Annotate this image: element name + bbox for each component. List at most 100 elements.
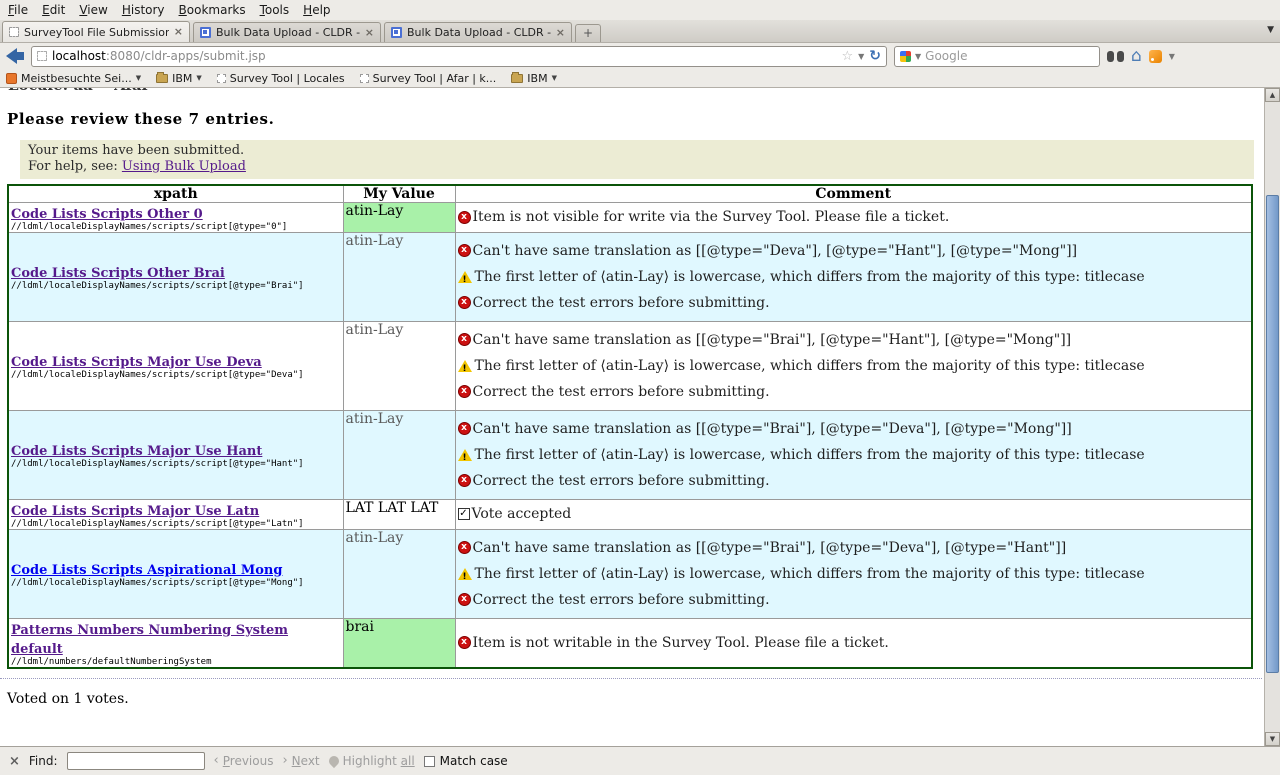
comment-text: The first letter of ⟨atin-Lay⟩ is lowerc… [475,358,1145,374]
find-input[interactable] [67,752,205,770]
xpath-link[interactable]: Code Lists Scripts Other 0 [11,207,203,222]
find-next-button[interactable]: › Next [282,754,319,768]
google-icon[interactable] [900,51,911,62]
scroll-up-icon[interactable]: ▲ [1265,88,1280,102]
warning-icon [458,568,472,580]
feed-icon[interactable] [1149,50,1162,63]
chevron-right-icon: › [282,755,287,767]
bookmark-most-visited[interactable]: Meistbesuchte Sei... ▼ [6,72,141,85]
table-header-row: xpath My Value Comment [8,185,1252,203]
menu-edit[interactable]: Edit [36,1,73,19]
tab-close-icon[interactable]: × [365,28,374,38]
back-button[interactable] [6,48,24,64]
comment-text: Can't have same translation as [[@type="… [473,243,1078,259]
column-header-comment: Comment [455,185,1252,203]
tab-bulk-upload-1[interactable]: Bulk Data Upload - CLDR - Un... × [193,22,381,42]
warning-icon [458,360,472,372]
bookmark-folder-ibm-1[interactable]: IBM ▼ [156,72,202,85]
folder-icon [511,74,523,83]
page-icon [360,74,369,83]
xpath-link[interactable]: Code Lists Scripts Other Brai [11,266,225,281]
error-icon: x [458,422,471,435]
find-binoculars-icon[interactable] [1107,51,1124,62]
match-case-checkbox[interactable]: Match case [424,754,508,768]
xpath-link[interactable]: Code Lists Scripts Major Use Hant [11,444,262,459]
review-table: xpath My Value Comment Code Lists Script… [7,184,1253,669]
comment-text: Vote accepted [472,506,572,522]
bookmark-star-icon[interactable]: ☆ [841,50,853,63]
using-bulk-upload-link[interactable]: Using Bulk Upload [122,159,246,174]
menu-help[interactable]: Help [297,1,338,19]
find-bar: × Find: ‹ Previous › Next Highlight all … [0,746,1280,775]
tab-close-icon[interactable]: × [174,27,183,37]
table-row: Code Lists Scripts Major Use Hant//ldml/… [8,410,1252,499]
page-favicon-icon [37,51,47,61]
toolbar-overflow-icon[interactable]: ▼ [1169,52,1175,61]
comment-item: xCorrect the test errors before submitti… [458,473,1250,489]
search-box[interactable]: ▼ Google [894,46,1100,67]
submission-notice: Your items have been submitted. For help… [20,140,1254,179]
search-engine-dropdown-icon[interactable]: ▼ [915,52,921,61]
tab-bulk-upload-2[interactable]: Bulk Data Upload - CLDR - Un... × [384,22,572,42]
xpath-string: //ldml/localeDisplayNames/scripts/script… [11,281,341,291]
tab-close-icon[interactable]: × [556,28,565,38]
urlbar-dropdown-icon[interactable]: ▼ [858,52,864,61]
my-value-cell: atin-Lay [343,232,455,321]
page-content: Locale: aa - 'Afar' Please review these … [0,88,1280,746]
menu-bookmarks[interactable]: Bookmarks [173,1,254,19]
menu-history[interactable]: History [116,1,173,19]
bookmark-survey-tool-afar[interactable]: Survey Tool | Afar | k... [360,72,497,85]
table-row: Code Lists Scripts Aspirational Mong//ld… [8,529,1252,618]
warning-icon [458,271,472,283]
xpath-link[interactable]: Code Lists Scripts Aspirational Mong [11,563,282,578]
xpath-link[interactable]: Patterns Numbers Numbering System defaul… [11,623,288,657]
xpath-string: //ldml/localeDisplayNames/scripts/script… [11,578,341,588]
my-value-cell: atin-Lay [343,529,455,618]
comment-text: Can't have same translation as [[@type="… [473,540,1067,556]
page-title: Please review these 7 entries. [7,110,1264,128]
error-icon: x [458,385,471,398]
home-icon[interactable]: ⌂ [1131,48,1142,65]
comment-item: The first letter of ⟨atin-Lay⟩ is lowerc… [458,358,1250,374]
scrollbar-thumb[interactable] [1266,195,1279,673]
my-value-cell: LAT LAT LAT [343,499,455,529]
default-favicon-icon [9,27,19,37]
chevron-left-icon: ‹ [214,755,219,767]
menu-file[interactable]: File [2,1,36,19]
list-all-tabs-icon[interactable]: ▼ [1267,25,1274,35]
tab-title: SurveyTool File Submission | ... [24,26,169,39]
highlight-all-button[interactable]: Highlight all [329,754,415,768]
tab-title: Bulk Data Upload - CLDR - Un... [407,26,551,39]
menu-tools[interactable]: Tools [254,1,298,19]
address-bar[interactable]: localhost:8080/cldr-apps/submit.jsp ☆ ▼ … [31,46,887,67]
find-previous-button[interactable]: ‹ Previous [214,754,274,768]
comment-cell: xCan't have same translation as [[@type=… [455,529,1252,618]
new-tab-button[interactable]: + [575,24,601,42]
tab-bar: SurveyTool File Submission | ... × Bulk … [0,20,1280,43]
comment-item: xCorrect the test errors before submitti… [458,592,1250,608]
table-row: Code Lists Scripts Major Use Deva//ldml/… [8,321,1252,410]
reload-icon[interactable]: ↻ [869,49,881,63]
bookmarks-bar: Meistbesuchte Sei... ▼ IBM ▼ Survey Tool… [0,69,1280,88]
scroll-down-icon[interactable]: ▼ [1265,732,1280,746]
cldr-favicon-icon [391,27,402,38]
comment-item: xCorrect the test errors before submitti… [458,384,1250,400]
comment-cell: xCan't have same translation as [[@type=… [455,321,1252,410]
comment-item: xCan't have same translation as [[@type=… [458,540,1250,556]
bookmark-folder-ibm-2[interactable]: IBM ▼ [511,72,557,85]
tab-surveytool[interactable]: SurveyTool File Submission | ... × [2,21,190,42]
xpath-link[interactable]: Code Lists Scripts Major Use Deva [11,355,262,370]
close-icon[interactable]: × [9,754,20,769]
comment-text: The first letter of ⟨atin-Lay⟩ is lowerc… [475,566,1145,582]
table-row: Code Lists Scripts Other Brai//ldml/loca… [8,232,1252,321]
bookmark-survey-tool-locales[interactable]: Survey Tool | Locales [217,72,345,85]
comment-cell: ✓Vote accepted [455,499,1252,529]
comment-item: The first letter of ⟨atin-Lay⟩ is lowerc… [458,447,1250,463]
my-value-cell: brai [343,618,455,668]
xpath-link[interactable]: Code Lists Scripts Major Use Latn [11,504,259,519]
comment-text: Item is not visible for write via the Su… [473,209,950,225]
url-text[interactable]: localhost:8080/cldr-apps/submit.jsp [52,49,836,63]
checkbox-icon[interactable] [424,756,435,767]
menu-view[interactable]: View [73,1,115,19]
vertical-scrollbar[interactable]: ▲ ▼ [1264,88,1280,746]
